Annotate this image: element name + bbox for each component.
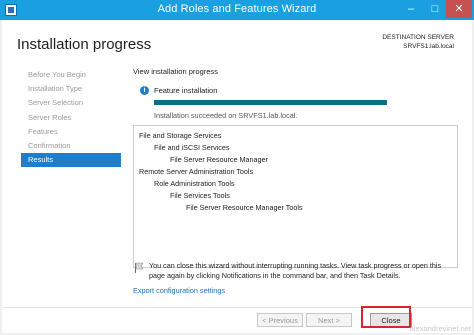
nav-item-confirmation[interactable]: Confirmation	[21, 139, 121, 153]
destination-label: DESTINATION SERVER	[382, 34, 454, 41]
nav-item-before-you-begin[interactable]: Before You Begin	[21, 68, 121, 82]
close-button-highlight	[361, 306, 411, 328]
tree-item: File Server Resource Manager	[170, 155, 268, 164]
info-icon: i	[140, 86, 149, 95]
page-title: Installation progress	[17, 36, 152, 53]
nav-item-features[interactable]: Features	[21, 125, 121, 139]
title-bar: Add Roles and Features Wizard – □ ✕	[0, 0, 474, 20]
tree-item: File and iSCSI Services	[154, 143, 230, 152]
watermark: alexandrevinet.net	[409, 324, 471, 333]
minimize-button[interactable]: –	[398, 0, 424, 18]
section-title: View installation progress	[133, 67, 218, 76]
feature-installation-label: Feature installation	[154, 86, 218, 95]
tree-item: Remote Server Administration Tools	[139, 167, 254, 176]
wizard-nav: Before You Begin Installation Type Serve…	[21, 68, 121, 168]
installed-features-list: File and Storage Services File and iSCSI…	[133, 125, 458, 268]
destination-server-info: DESTINATION SERVER SRVFS1.lab.local	[382, 33, 454, 51]
tree-item: File and Storage Services	[139, 131, 222, 140]
maximize-button[interactable]: □	[422, 0, 448, 18]
flag-icon	[134, 261, 144, 273]
feature-tree: File and Storage Services File and iSCSI…	[139, 130, 303, 214]
next-button[interactable]: Next >	[306, 313, 352, 327]
installation-progress-bar	[154, 100, 387, 105]
close-wizard-note: You can close this wizard without interr…	[149, 261, 442, 280]
progress-fill	[154, 100, 387, 105]
tree-item: Role Administration Tools	[154, 179, 235, 188]
wizard-content: Installation progress DESTINATION SERVER…	[2, 20, 472, 333]
nav-item-results[interactable]: Results	[21, 153, 121, 168]
previous-button[interactable]: < Previous	[257, 313, 303, 327]
nav-item-server-selection[interactable]: Server Selection	[21, 96, 121, 110]
export-configuration-link[interactable]: Export configuration settings	[133, 286, 225, 295]
nav-item-server-roles[interactable]: Server Roles	[21, 111, 121, 125]
tree-item: File Server Resource Manager Tools	[186, 203, 303, 212]
installation-status: Installation succeeded on SRVFS1.lab.loc…	[154, 111, 298, 120]
destination-server-name: SRVFS1.lab.local	[403, 43, 454, 50]
nav-item-installation-type[interactable]: Installation Type	[21, 82, 121, 96]
close-window-button[interactable]: ✕	[446, 0, 472, 18]
tree-item: File Services Tools	[170, 191, 230, 200]
